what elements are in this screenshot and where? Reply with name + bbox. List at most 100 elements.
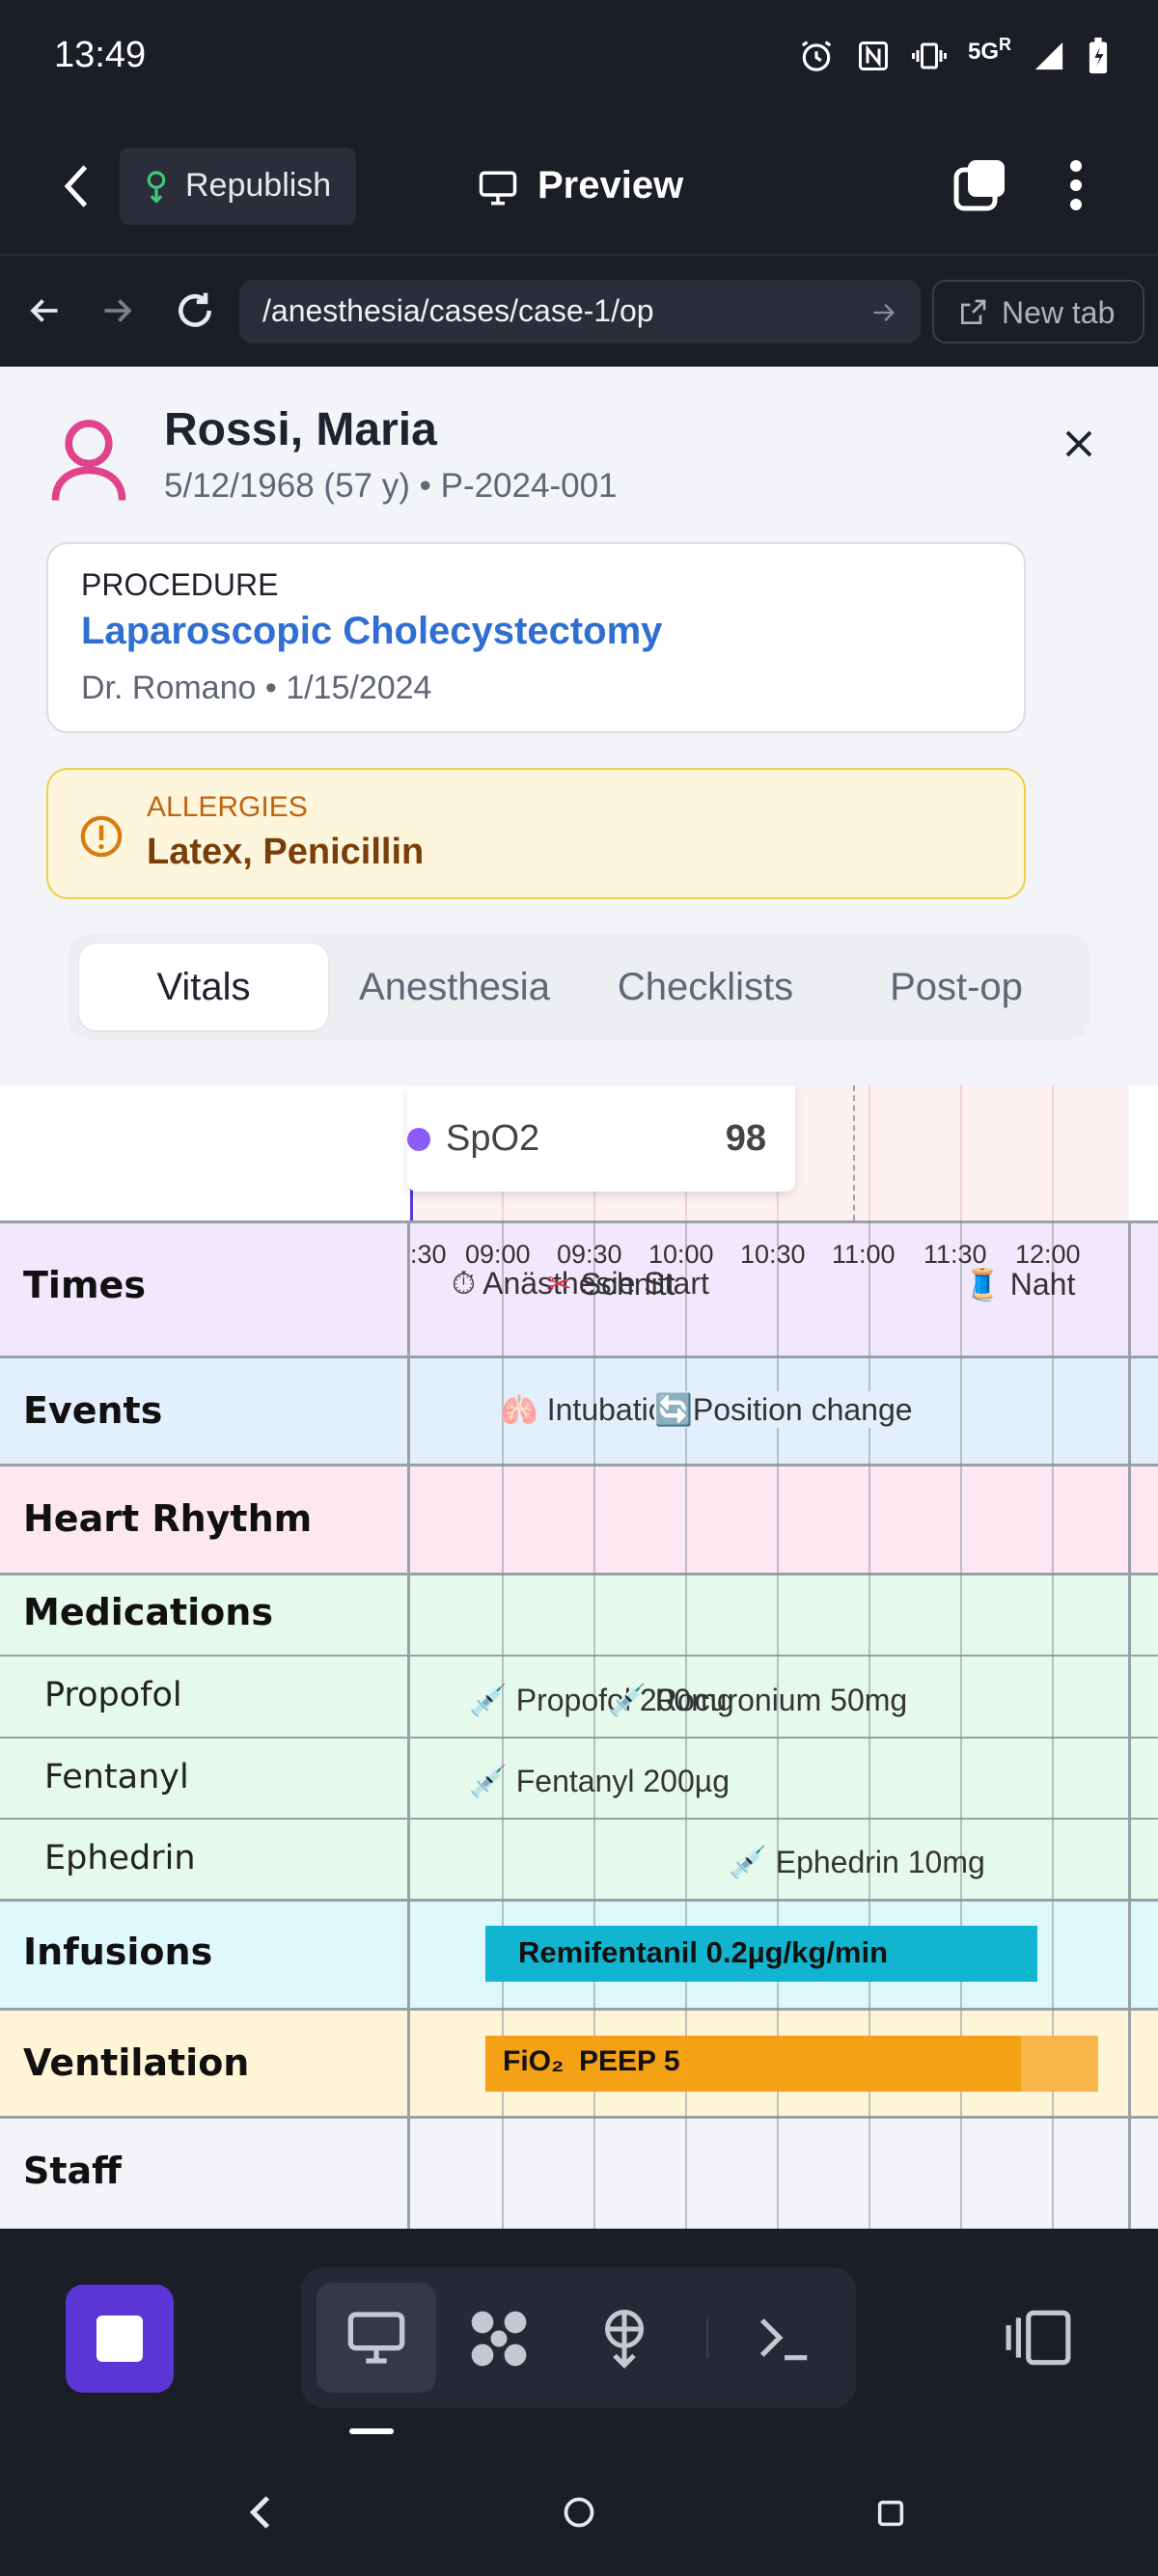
url-text: /anesthesia/cases/case-1/op bbox=[262, 293, 654, 328]
hr-value: 86 bbox=[724, 1085, 764, 1090]
battery-icon bbox=[1089, 37, 1108, 74]
new-tab-button[interactable]: New tab bbox=[932, 280, 1144, 343]
system-recents-icon[interactable] bbox=[874, 2497, 907, 2530]
tab-checklists[interactable]: Checklists bbox=[581, 944, 830, 1030]
status-time: 13:49 bbox=[54, 35, 147, 75]
mode-switcher bbox=[301, 2267, 856, 2408]
bottom-toolbar bbox=[0, 2229, 1158, 2576]
patient-avatar-icon bbox=[51, 420, 126, 501]
scissors-icon: ✂ bbox=[546, 1267, 572, 1302]
row-label-ephedrin: Ephedrin bbox=[44, 1839, 196, 1877]
timeline-event-naht[interactable]: 🧵 Naht bbox=[963, 1266, 1075, 1302]
row-label-times: Times bbox=[23, 1264, 146, 1306]
med-event-fentanyl[interactable]: 💉 Fentanyl 200µg bbox=[469, 1763, 730, 1799]
republish-icon bbox=[147, 171, 166, 204]
thread-icon: 🧵 bbox=[963, 1267, 1002, 1302]
timeline-right-border bbox=[1128, 1220, 1131, 2229]
stopwatch-icon: ⏱ bbox=[452, 1266, 476, 1301]
lungs-icon: 🫁 bbox=[500, 1392, 538, 1427]
row-label-heart-rhythm: Heart Rhythm bbox=[23, 1497, 313, 1540]
syringe-icon: 💉 bbox=[608, 1683, 647, 1717]
row-staff: Staff bbox=[0, 2116, 1158, 2229]
url-field[interactable]: /anesthesia/cases/case-1/op bbox=[239, 280, 921, 343]
patient-details: 5/12/1968 (57 y) • P-2024-001 bbox=[164, 467, 618, 505]
network-label: 5GR bbox=[967, 35, 1011, 65]
status-icons: 5GR bbox=[798, 35, 1110, 75]
nav-forward-icon[interactable] bbox=[100, 293, 135, 328]
nav-back-icon[interactable] bbox=[27, 293, 62, 328]
allergy-list: Latex, Penicillin bbox=[147, 832, 425, 872]
status-bar: 13:49 5GR bbox=[0, 0, 1158, 116]
row-label-infusions: Infusions bbox=[23, 1931, 213, 1973]
system-back-icon[interactable] bbox=[245, 2493, 274, 2532]
row-label-ventilation: Ventilation bbox=[23, 2042, 250, 2084]
close-icon[interactable] bbox=[1062, 426, 1096, 461]
med-event-ephedrin[interactable]: 💉 Ephedrin 10mg bbox=[729, 1844, 985, 1880]
time-tick: 11:00 bbox=[832, 1240, 896, 1269]
hr-legend: HR 86 bbox=[407, 1085, 793, 1097]
spo2-value: 98 bbox=[725, 1118, 766, 1159]
current-time-line bbox=[853, 1085, 855, 1220]
reload-icon[interactable] bbox=[174, 289, 216, 332]
hr-label: HR bbox=[446, 1085, 499, 1090]
alert-icon bbox=[80, 815, 123, 858]
alarm-icon bbox=[801, 41, 832, 71]
republish-button[interactable]: Republish bbox=[120, 148, 356, 225]
components-icon[interactable] bbox=[465, 2306, 533, 2371]
ventilation-bar-fio2[interactable]: FiO₂ PEEP 5 bbox=[485, 2036, 1098, 2092]
allergy-heading: ALLERGIES bbox=[147, 791, 308, 823]
vibrate-icon bbox=[911, 42, 947, 69]
stop-icon bbox=[96, 2316, 143, 2362]
tab-post-op[interactable]: Post-op bbox=[832, 944, 1081, 1030]
row-medications: Medications bbox=[0, 1573, 1158, 1655]
spo2-label: SpO2 bbox=[446, 1118, 540, 1159]
med-event-rocuronium[interactable]: 💉 Rocuronium 50mg bbox=[608, 1682, 907, 1718]
external-link-icon bbox=[961, 299, 986, 324]
republish-label: Republish bbox=[185, 167, 332, 204]
preview-button[interactable]: Preview bbox=[478, 154, 700, 222]
back-icon[interactable] bbox=[58, 162, 96, 210]
spo2-dot bbox=[407, 1128, 430, 1151]
system-home-icon[interactable] bbox=[562, 2495, 596, 2530]
section-tabs: Vitals Anesthesia Checklists Post-op bbox=[68, 934, 1090, 1040]
infusion-bar-remifentanil[interactable]: Remifentanil 0.2µg/kg/min bbox=[485, 1926, 1037, 1982]
timeline-event-position-change[interactable]: 🔄Position change bbox=[654, 1391, 913, 1428]
procedure-meta: Dr. Romano • 1/15/2024 bbox=[81, 670, 432, 706]
patient-name: Rossi, Maria bbox=[164, 404, 437, 455]
row-label-medications: Medications bbox=[23, 1591, 273, 1633]
tabs-switcher-icon[interactable] bbox=[951, 156, 1008, 214]
split-view-icon[interactable] bbox=[1004, 2308, 1073, 2368]
fio2-label: FiO₂ bbox=[503, 2045, 565, 2077]
page-content: Rossi, Maria 5/12/1968 (57 y) • P-2024-0… bbox=[0, 367, 1158, 2229]
desktop-icon bbox=[347, 2312, 405, 2364]
signal-icon bbox=[1034, 41, 1063, 70]
new-tab-label: New tab bbox=[1002, 295, 1116, 330]
browser-bar: /anesthesia/cases/case-1/op New tab bbox=[0, 257, 1158, 367]
vitals-tooltip: HR 86 SpO2 98 bbox=[407, 1085, 795, 1192]
syringe-icon: 💉 bbox=[469, 1683, 508, 1717]
syringe-icon: 💉 bbox=[469, 1764, 508, 1798]
more-menu-icon[interactable] bbox=[1062, 156, 1090, 214]
allergy-card: ALLERGIES Latex, Penicillin bbox=[46, 768, 1026, 899]
row-label-fentanyl: Fentanyl bbox=[44, 1758, 189, 1796]
app-bar: Republish Preview bbox=[0, 116, 1158, 256]
deploy-icon[interactable] bbox=[595, 2306, 653, 2371]
desktop-mode-button[interactable] bbox=[317, 2283, 436, 2393]
nfc-icon bbox=[858, 41, 888, 70]
terminal-icon[interactable] bbox=[755, 2310, 814, 2366]
row-label-staff: Staff bbox=[23, 2150, 122, 2192]
time-tick: :30 bbox=[410, 1240, 447, 1269]
vitals-plot: HR 86 SpO2 98 bbox=[0, 1085, 1158, 1220]
row-label-propofol: Propofol bbox=[44, 1676, 182, 1714]
go-arrow-icon[interactable] bbox=[870, 299, 897, 326]
stop-button[interactable] bbox=[66, 2285, 174, 2393]
procedure-name[interactable]: Laparoscopic Cholecystectomy bbox=[81, 610, 662, 653]
procedure-card: PROCEDURE Laparoscopic Cholecystectomy D… bbox=[46, 542, 1026, 733]
procedure-heading: PROCEDURE bbox=[81, 567, 279, 602]
preview-label: Preview bbox=[538, 164, 684, 206]
timeline-event-schnitt[interactable]: ✂ Schnitt bbox=[546, 1266, 676, 1302]
peep-label: PEEP 5 bbox=[579, 2045, 680, 2077]
tab-anesthesia[interactable]: Anesthesia bbox=[330, 944, 579, 1030]
active-indicator bbox=[349, 2428, 394, 2434]
tab-vitals[interactable]: Vitals bbox=[79, 944, 328, 1030]
